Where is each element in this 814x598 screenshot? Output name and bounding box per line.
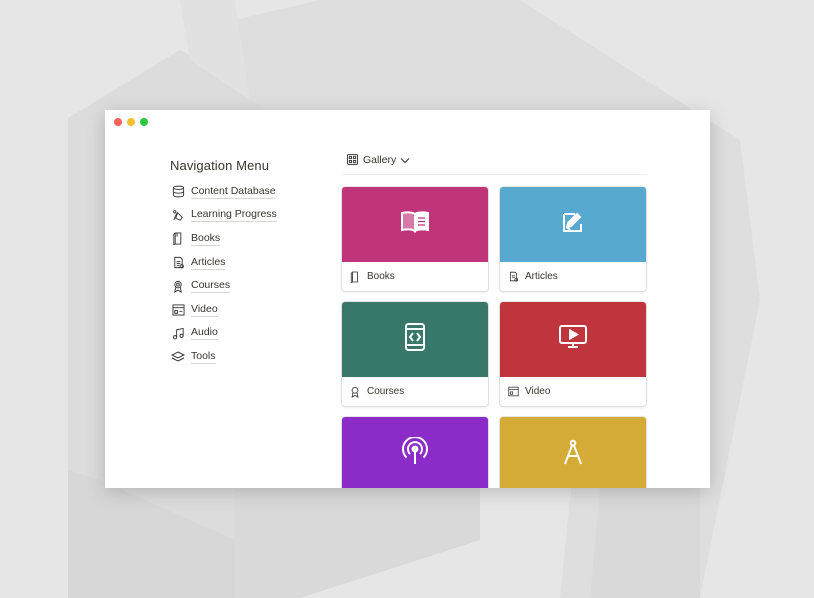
podcast-icon — [401, 436, 429, 472]
nav-item-label: Articles — [191, 255, 226, 270]
nav-item-audio[interactable]: Audio — [171, 322, 277, 346]
gallery-card-articles[interactable]: Articles — [500, 187, 646, 291]
card-cover — [342, 187, 488, 262]
nav-title: Navigation Menu — [170, 158, 270, 173]
nav-item-books[interactable]: Books — [171, 227, 277, 251]
nav-item-label: Content Database — [191, 184, 276, 199]
nav-item-learning-progress[interactable]: Learning Progress — [171, 204, 277, 228]
card-cover — [500, 187, 646, 262]
card-cover — [500, 302, 646, 377]
gallery-card-courses[interactable]: Courses — [342, 302, 488, 406]
header-divider — [342, 174, 647, 175]
nav-item-content-database[interactable]: Content Database — [171, 180, 277, 204]
nav-item-label: Books — [191, 231, 221, 246]
newspaper-edit-icon — [560, 210, 586, 239]
award-icon — [171, 279, 185, 293]
nav-item-courses[interactable]: Courses — [171, 274, 277, 298]
chevron-down-icon — [400, 157, 410, 164]
nav-list: Content Database Learning Progress Books… — [171, 180, 277, 369]
close-window-button[interactable] — [114, 118, 122, 126]
progress-icon — [171, 208, 185, 222]
card-title: Articles — [525, 271, 558, 282]
article-icon — [171, 256, 185, 270]
database-icon — [171, 185, 185, 199]
card-cover — [342, 417, 488, 488]
card-cover — [342, 302, 488, 377]
video-player-icon — [508, 386, 520, 398]
gallery-grid-icon — [347, 154, 359, 166]
card-title: Courses — [367, 386, 405, 397]
nav-item-articles[interactable]: Articles — [171, 251, 277, 275]
card-caption: Books — [342, 262, 488, 291]
mobile-code-icon — [404, 322, 426, 357]
card-caption: Articles — [500, 262, 646, 291]
gallery-card-audio[interactable] — [342, 417, 488, 488]
nav-item-label: Tools — [191, 349, 216, 364]
window-controls — [114, 118, 148, 126]
nav-item-label: Audio — [191, 326, 218, 341]
nav-item-tools[interactable]: Tools — [171, 345, 277, 369]
view-switcher-button[interactable]: Gallery — [347, 154, 410, 166]
open-book-icon — [400, 210, 430, 239]
gallery-card-tools[interactable] — [500, 417, 646, 488]
nav-item-label: Courses — [191, 279, 231, 294]
gallery-card-books[interactable]: Books — [342, 187, 488, 291]
card-cover — [500, 417, 646, 488]
compass-icon — [562, 438, 584, 471]
music-note-icon — [171, 326, 185, 340]
award-icon — [350, 386, 362, 398]
play-screen-icon — [558, 324, 588, 355]
nav-item-video[interactable]: Video — [171, 298, 277, 322]
article-icon — [508, 271, 520, 283]
minimize-window-button[interactable] — [127, 118, 135, 126]
maximize-window-button[interactable] — [140, 118, 148, 126]
gallery-card-video[interactable]: Video — [500, 302, 646, 406]
card-title: Video — [525, 386, 551, 397]
card-title: Books — [367, 271, 395, 282]
nav-item-label: Video — [191, 302, 218, 317]
book-icon — [171, 232, 185, 246]
view-label: Gallery — [363, 154, 397, 166]
layers-icon — [171, 350, 185, 364]
card-caption: Video — [500, 377, 646, 406]
nav-item-label: Learning Progress — [191, 208, 277, 223]
card-caption: Courses — [342, 377, 488, 406]
app-window: Navigation Menu Content Database Learnin… — [105, 110, 710, 488]
video-player-icon — [171, 303, 185, 317]
book-icon — [350, 271, 362, 283]
